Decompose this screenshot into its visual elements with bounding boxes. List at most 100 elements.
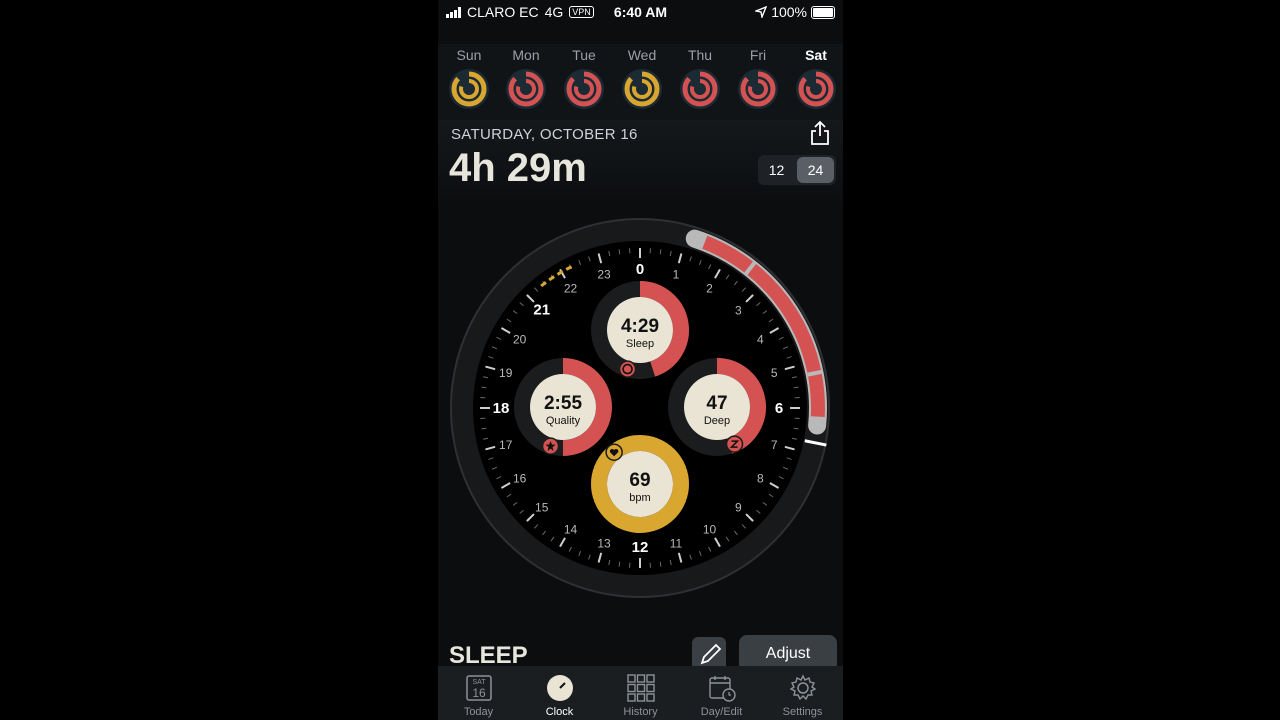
- tab-today[interactable]: SAT 16 Today: [438, 666, 519, 720]
- hour-label: 18: [493, 400, 510, 417]
- day-label: Mon: [512, 47, 540, 63]
- hour-tick: [793, 427, 799, 430]
- tab-clock-label: Clock: [545, 706, 574, 718]
- day-tue[interactable]: Tue: [555, 44, 613, 116]
- hour-label: 13: [597, 536, 611, 550]
- z-icon: [725, 435, 744, 453]
- moon-icon: [618, 360, 637, 378]
- heart-value: 69: [629, 470, 650, 491]
- hour-label: 0: [636, 261, 644, 278]
- day-wed[interactable]: Wed: [613, 44, 671, 116]
- day-rings: [564, 69, 604, 109]
- hour-tick: [481, 427, 487, 430]
- hour-label: 14: [564, 522, 578, 536]
- hour-tick: [618, 249, 621, 255]
- hour-label: 1: [673, 268, 680, 282]
- tab-day-edit[interactable]: Day/Edit: [681, 666, 762, 720]
- clock-icon: [546, 675, 573, 701]
- day-label: Wed: [627, 47, 657, 63]
- day-mon[interactable]: Mon: [497, 44, 555, 116]
- sleep-value: 4:29: [621, 316, 659, 337]
- heart-label: bpm: [629, 492, 650, 504]
- hour-tick: [659, 561, 662, 567]
- day-sat[interactable]: Sat: [787, 44, 843, 116]
- star-icon: [541, 437, 560, 455]
- day-label: Fri: [749, 47, 767, 63]
- hour-tick: [618, 561, 621, 567]
- hour-label: 23: [597, 268, 611, 282]
- hour-label: 9: [735, 500, 742, 514]
- hour-label: 12: [632, 539, 649, 556]
- day-rings: [449, 69, 489, 109]
- day-sun[interactable]: Sun: [440, 44, 498, 116]
- grid-icon: [626, 674, 655, 702]
- calendar-edit-icon: [708, 676, 736, 702]
- format-12-option[interactable]: 12: [758, 155, 795, 185]
- deep-metric[interactable]: 47Deep: [668, 358, 766, 456]
- hour-label: 21: [533, 302, 550, 319]
- day-fri[interactable]: Fri: [729, 44, 787, 116]
- hour-tick: [793, 386, 799, 389]
- tab-bar: SAT 16 Today Clock History Day/Edit Sett…: [438, 666, 843, 720]
- sleep-clock[interactable]: 0 1234567891011121314151617181920212223 4…: [438, 210, 843, 610]
- quality-value: 2:55: [544, 393, 582, 414]
- sleep-label: Sleep: [626, 338, 654, 350]
- phone-screen: CLARO EC 4G VPN 6:40 AM 100% Sun Mon Tue We…: [438, 0, 843, 720]
- day-rings: [738, 69, 778, 109]
- tab-today-label: Today: [463, 706, 494, 718]
- day-rings: [680, 69, 720, 109]
- today-icon-weekday: SAT: [472, 679, 486, 686]
- heart-icon: [605, 443, 623, 461]
- hour-label: 11: [670, 536, 683, 550]
- status-bar: CLARO EC 4G VPN 6:40 AM 100%: [438, 0, 843, 24]
- hour-tick: [659, 249, 662, 255]
- hour-label: 19: [499, 366, 513, 380]
- date-label: SATURDAY, OCTOBER 16: [451, 126, 638, 143]
- hour-label: 15: [535, 500, 549, 514]
- time-format-toggle[interactable]: 12 24: [758, 155, 836, 185]
- day-label: Sat: [805, 47, 827, 63]
- hour-label: 10: [703, 522, 717, 536]
- heart-metric[interactable]: 69bpm: [591, 435, 689, 533]
- hour-label: 20: [513, 333, 527, 347]
- tab-history-label: History: [623, 706, 658, 718]
- battery-percent: 100%: [771, 4, 807, 20]
- hour-label: 5: [771, 366, 778, 380]
- tab-settings[interactable]: Settings: [762, 666, 843, 720]
- hour-label: 17: [499, 438, 513, 452]
- quality-label: Quality: [546, 415, 581, 427]
- deep-value: 47: [706, 393, 727, 414]
- format-24-option[interactable]: 24: [797, 157, 834, 183]
- day-rings: [622, 69, 662, 109]
- hour-label: 3: [735, 304, 742, 318]
- quality-metric[interactable]: 2:55Quality: [514, 358, 612, 456]
- day-rings: [506, 69, 546, 109]
- battery-icon: [811, 5, 835, 19]
- hour-label: 4: [757, 333, 764, 347]
- day-label: Thu: [687, 47, 713, 63]
- hour-label: 7: [771, 438, 778, 452]
- tab-day-edit-label: Day/Edit: [700, 706, 743, 718]
- location-icon: [755, 6, 768, 18]
- share-icon[interactable]: [809, 120, 831, 146]
- week-strip: Sun Mon Tue Wed Thu Fri Sat: [438, 44, 843, 120]
- calendar-today-icon: SAT 16: [465, 675, 492, 701]
- hour-label: 6: [775, 400, 783, 417]
- day-label: Sun: [456, 47, 482, 63]
- tab-history[interactable]: History: [600, 666, 681, 720]
- day-label: Tue: [572, 47, 596, 63]
- hour-tick: [481, 386, 487, 389]
- today-icon-day: 16: [472, 686, 486, 700]
- hour-label: 16: [513, 472, 527, 486]
- sleep-duration: 4h 29m: [449, 146, 587, 190]
- hour-label: 8: [757, 472, 764, 486]
- sleep-metric[interactable]: 4:29Sleep: [591, 281, 689, 379]
- tab-clock[interactable]: Clock: [519, 666, 600, 720]
- hour-label: 22: [564, 282, 578, 296]
- tab-settings-label: Settings: [782, 706, 823, 718]
- day-header: SATURDAY, OCTOBER 16 4h 29m 12 24: [438, 120, 843, 210]
- day-rings: [796, 69, 836, 109]
- day-thu[interactable]: Thu: [671, 44, 729, 116]
- deep-label: Deep: [704, 415, 730, 427]
- gear-icon: [789, 674, 816, 701]
